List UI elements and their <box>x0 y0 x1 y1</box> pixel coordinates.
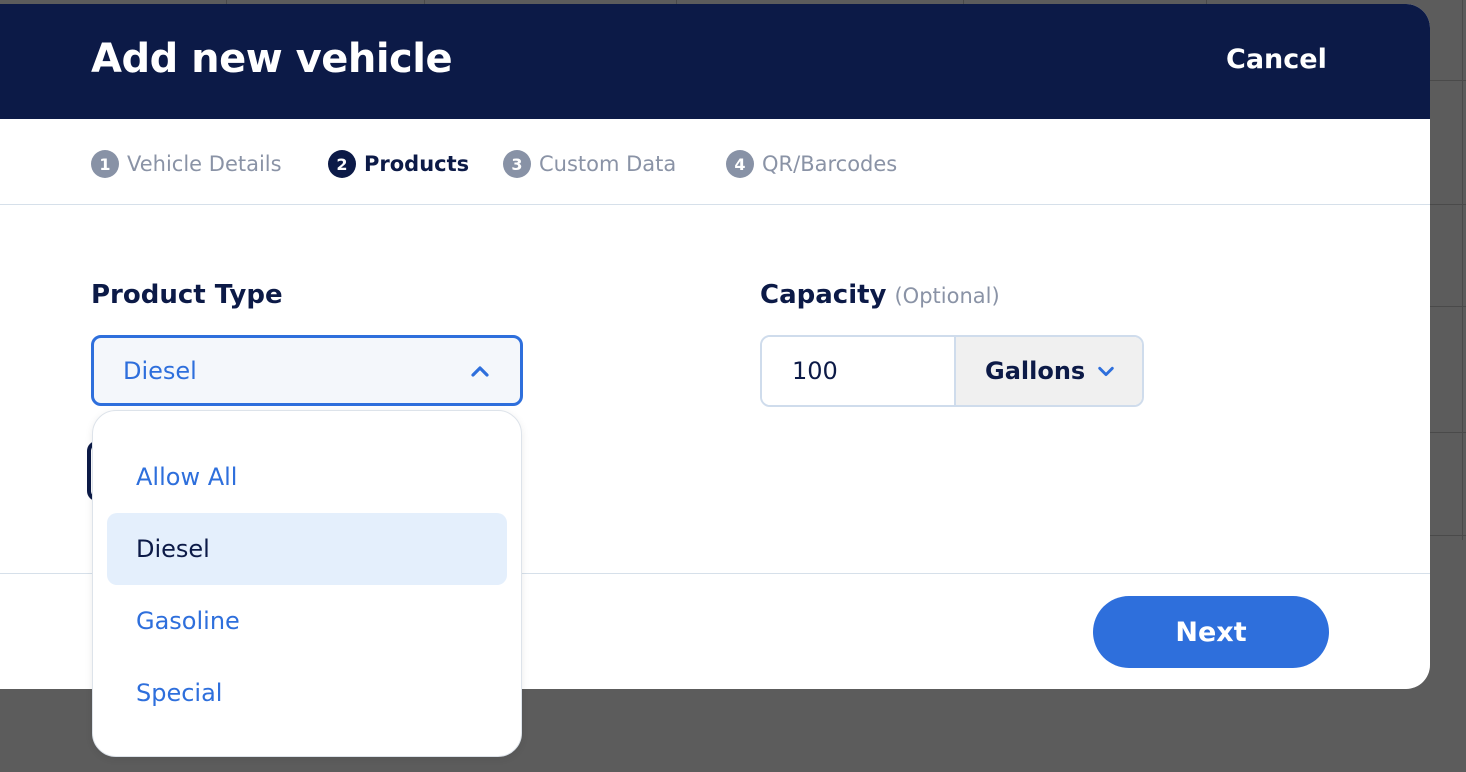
background-grid-line <box>1430 204 1466 205</box>
stepper: 1 Vehicle Details 2 Products 3 Custom Da… <box>0 119 1430 205</box>
capacity-label: Capacity (Optional) <box>760 280 1000 310</box>
modal-header: Add new vehicle Cancel <box>0 4 1430 119</box>
next-button[interactable]: Next <box>1093 596 1329 668</box>
background-grid-line <box>1430 535 1466 536</box>
chevron-up-icon <box>471 365 489 377</box>
background-grid-line <box>1430 80 1466 81</box>
product-type-value: Diesel <box>123 356 197 385</box>
product-type-select[interactable]: Diesel <box>91 335 523 406</box>
capacity-input[interactable] <box>762 337 954 405</box>
step-number: 3 <box>503 150 531 178</box>
step-number: 1 <box>91 150 119 178</box>
product-type-dropdown: Allow All Diesel Gasoline Special <box>92 410 522 757</box>
capacity-unit-select[interactable]: Gallons <box>954 337 1142 405</box>
chevron-down-icon <box>1098 366 1114 377</box>
step-products[interactable]: 2 Products <box>328 149 469 179</box>
step-custom-data[interactable]: 3 Custom Data <box>503 149 676 179</box>
product-type-label: Product Type <box>91 280 283 310</box>
background-grid-line <box>1430 432 1466 433</box>
dropdown-option-gasoline[interactable]: Gasoline <box>107 585 507 657</box>
step-number: 4 <box>726 150 754 178</box>
step-label: Custom Data <box>539 152 677 176</box>
step-label: Vehicle Details <box>127 152 282 176</box>
capacity-field: Gallons <box>760 335 1144 407</box>
step-number: 2 <box>328 150 356 178</box>
background-grid-line <box>1462 0 1463 540</box>
step-label: Products <box>364 152 470 176</box>
dropdown-option-special[interactable]: Special <box>107 657 507 729</box>
capacity-unit-value: Gallons <box>985 357 1086 385</box>
capacity-label-text: Capacity <box>760 280 887 310</box>
step-qr-barcodes[interactable]: 4 QR/Barcodes <box>726 149 897 179</box>
step-label: QR/Barcodes <box>762 152 898 176</box>
modal-title: Add new vehicle <box>91 36 453 82</box>
dropdown-option-allow-all[interactable]: Allow All <box>107 441 507 513</box>
cancel-button[interactable]: Cancel <box>1226 44 1327 75</box>
background-grid-line <box>1430 306 1466 307</box>
dropdown-option-diesel[interactable]: Diesel <box>107 513 507 585</box>
optional-label: (Optional) <box>894 284 1000 308</box>
step-vehicle-details[interactable]: 1 Vehicle Details <box>91 149 282 179</box>
